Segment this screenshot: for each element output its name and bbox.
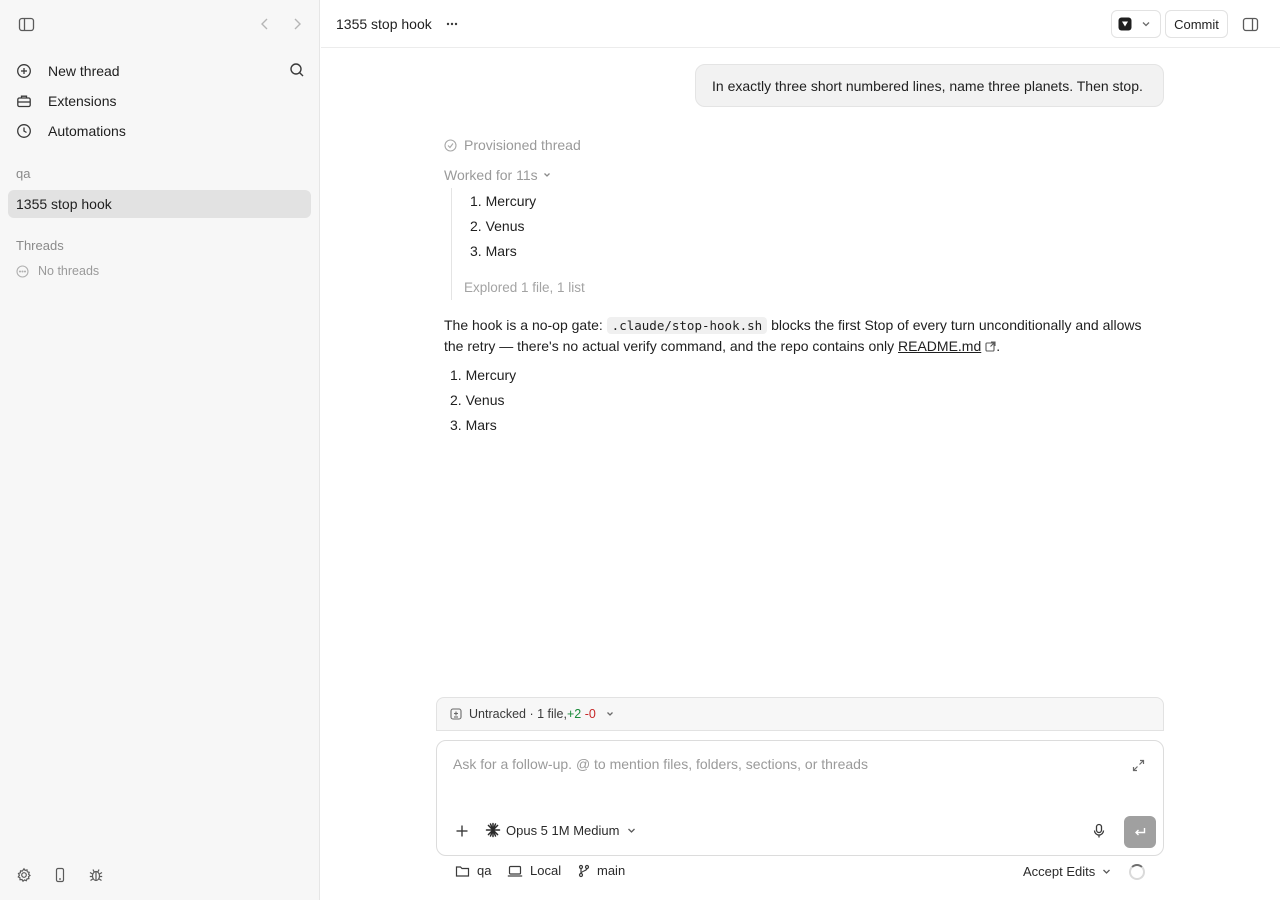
sidebar: New thread Extensions Automations qa 135…	[0, 0, 320, 900]
commit-button[interactable]: Commit	[1165, 10, 1228, 38]
main-header: 1355 stop hook Commit	[321, 0, 1280, 48]
more-options-icon[interactable]	[445, 16, 459, 32]
sidebar-item-new-thread[interactable]: New thread	[8, 56, 312, 86]
sidebar-item-label: Automations	[48, 123, 126, 139]
untracked-changes-bar[interactable]: Untracked · 1 file, +2 -0	[436, 697, 1164, 731]
back-arrow-icon[interactable]	[259, 16, 271, 32]
empty-threads: No threads	[16, 264, 99, 278]
gear-icon[interactable]	[16, 867, 32, 883]
add-attachment-icon[interactable]	[455, 824, 469, 838]
bug-icon[interactable]	[88, 867, 104, 883]
model-spark-icon	[485, 822, 501, 838]
provisioned-label: Provisioned thread	[464, 137, 581, 153]
code-path: .claude/stop-hook.sh	[606, 317, 768, 334]
assistant-answer: The hook is a no-op gate: .claude/stop-h…	[444, 315, 1164, 357]
list-item: 1. Mercury	[470, 193, 537, 209]
ellipsis-circle-icon	[16, 264, 29, 278]
chevron-down-icon	[626, 825, 637, 836]
accept-edits-dropdown[interactable]: Accept Edits	[1023, 864, 1112, 879]
chevron-down-icon	[542, 170, 552, 180]
user-message: In exactly three short numbered lines, n…	[695, 64, 1164, 107]
loading-spinner-icon	[1129, 864, 1145, 880]
list-item: 2. Venus	[450, 392, 505, 408]
mode-label: Accept Edits	[1023, 864, 1096, 879]
provisioned-status: Provisioned thread	[444, 137, 581, 153]
composer-footer: qa Local main Accept Edits	[455, 863, 1155, 883]
sidebar-item-automations[interactable]: Automations	[8, 116, 312, 146]
chevron-down-icon	[1101, 866, 1112, 877]
branch-selector[interactable]: main	[578, 863, 625, 878]
plus-circle-icon	[16, 63, 32, 79]
follow-up-input[interactable]	[453, 756, 1093, 772]
environment-selector[interactable]: Local	[507, 863, 561, 878]
sidebar-top-bar	[0, 0, 320, 48]
sidebar-toggle-icon[interactable]	[18, 16, 35, 33]
chevron-down-icon	[1140, 18, 1152, 30]
clock-icon	[16, 123, 32, 139]
sidebar-item-label: New thread	[48, 63, 120, 79]
folder-label: qa	[477, 863, 492, 878]
model-picker[interactable]: Opus 5 1M Medium	[485, 822, 637, 838]
project-section-label: qa	[16, 166, 31, 181]
sidebar-item-extensions[interactable]: Extensions	[8, 86, 312, 116]
lines-added: +2	[566, 707, 582, 721]
answer-text: .	[996, 338, 1001, 354]
explored-summary[interactable]: Explored 1 file, 1 list	[464, 280, 585, 295]
thread-title: 1355 stop hook	[336, 16, 432, 32]
microphone-icon[interactable]	[1092, 823, 1106, 839]
send-button[interactable]	[1124, 816, 1156, 848]
sidebar-bottom-bar	[16, 867, 104, 883]
git-branch-icon	[578, 864, 590, 878]
external-link-icon[interactable]	[985, 341, 996, 352]
laptop-icon	[507, 864, 523, 878]
forward-arrow-icon[interactable]	[291, 16, 303, 32]
agent-app-icon	[1118, 17, 1132, 31]
model-label: Opus 5 1M Medium	[506, 822, 620, 838]
list-item: 3. Mars	[450, 417, 497, 433]
changes-label: Untracked · 1 file,	[469, 707, 567, 721]
sidebar-item-label: Extensions	[48, 93, 117, 109]
file-diff-icon	[450, 708, 462, 720]
right-panel-toggle-icon[interactable]	[1242, 16, 1259, 33]
composer: Opus 5 1M Medium	[436, 740, 1164, 856]
expand-icon[interactable]	[1132, 759, 1145, 772]
search-icon[interactable]	[289, 62, 305, 78]
readme-link[interactable]: README.md	[898, 338, 981, 354]
list-item: 1. Mercury	[450, 367, 517, 383]
branch-label: main	[597, 863, 626, 878]
sidebar-nav: New thread Extensions Automations	[8, 56, 312, 146]
provision-icon	[444, 138, 457, 152]
lines-removed: -0	[584, 707, 596, 721]
toolbox-icon	[16, 93, 32, 109]
empty-threads-label: No threads	[38, 264, 100, 278]
agent-dropdown[interactable]	[1111, 10, 1161, 38]
threads-section-label: Threads	[16, 238, 64, 253]
mobile-device-icon[interactable]	[52, 867, 68, 883]
folder-selector[interactable]: qa	[455, 863, 491, 878]
list-item: 3. Mars	[470, 243, 517, 259]
work-log-rail	[451, 188, 453, 300]
environment-label: Local	[530, 863, 562, 878]
list-item: 2. Venus	[470, 218, 525, 234]
worked-for-label: Worked for 11s	[444, 167, 538, 183]
answer-text: The hook is a no-op gate:	[444, 317, 607, 333]
chevron-down-icon	[605, 709, 615, 719]
worked-for-toggle[interactable]: Worked for 11s	[444, 167, 552, 183]
folder-icon	[455, 864, 470, 878]
sidebar-thread-active[interactable]: 1355 stop hook	[8, 190, 311, 218]
enter-arrow-icon	[1133, 825, 1147, 839]
